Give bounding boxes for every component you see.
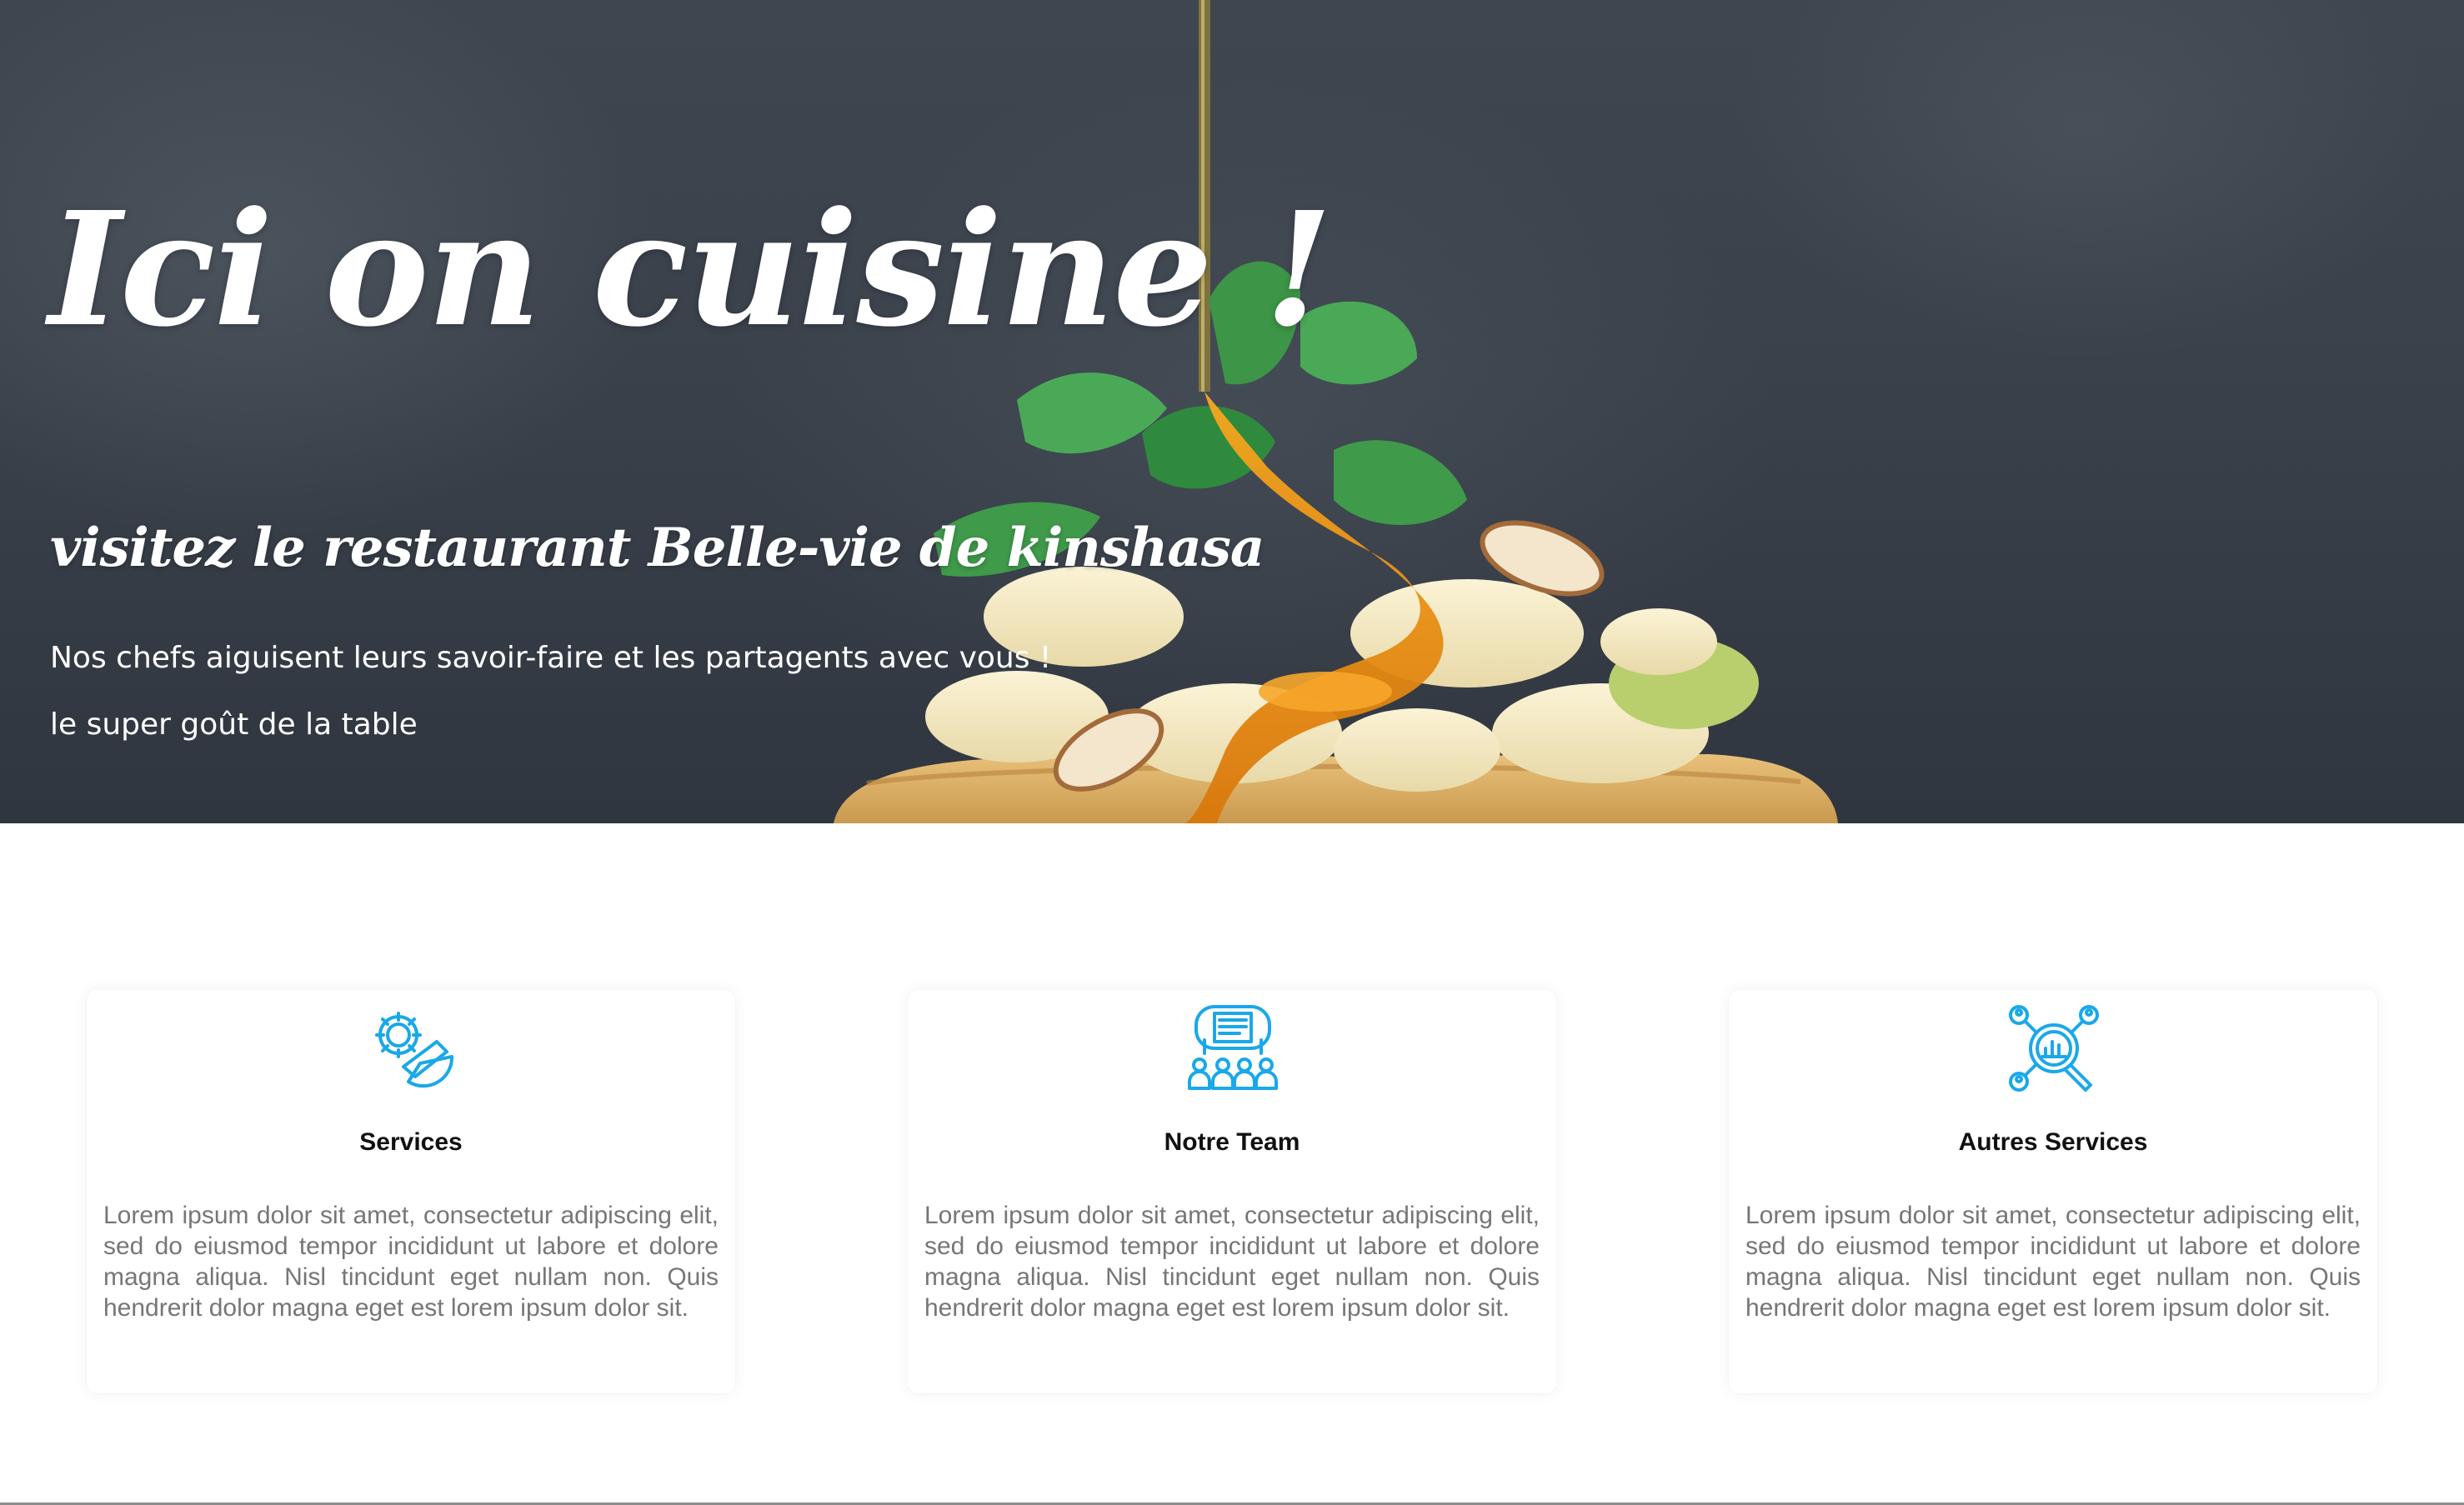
feature-card-text: Lorem ipsum dolor sit amet, consectetur … xyxy=(924,1202,1540,1322)
hero-subtitle: visitez le restaurant Belle-vie de kinsh… xyxy=(50,517,1265,579)
feature-card-text: Lorem ipsum dolor sit amet, consectetur … xyxy=(1745,1202,2361,1322)
team-presentation-icon xyxy=(1188,1005,1278,1090)
gear-wrench-icon xyxy=(375,1012,454,1088)
hero-text-line-2: le super goût de la table xyxy=(50,708,418,742)
feature-card-title: Autres Services xyxy=(1958,1128,2148,1156)
feature-card-other-services: Autres Services Lorem ipsum dolor sit am… xyxy=(1729,990,2377,1393)
analytics-search-users-icon xyxy=(2009,1005,2099,1092)
hero-title: Ici on cuisine ! xyxy=(48,178,1333,362)
feature-card-title: Notre Team xyxy=(1164,1128,1300,1156)
feature-card-team: Notre Team Lorem ipsum dolor sit amet, c… xyxy=(908,990,1556,1393)
hero-text-line-1: Nos chefs aiguisent leurs savoir-faire e… xyxy=(50,641,1052,675)
hero-food-image xyxy=(834,0,1838,823)
feature-card-title: Services xyxy=(359,1128,463,1156)
feature-card-text: Lorem ipsum dolor sit amet, consectetur … xyxy=(103,1202,719,1322)
feature-card-services: Services Lorem ipsum dolor sit amet, con… xyxy=(87,990,735,1393)
hero-banner: Ici on cuisine ! visitez le restaurant B… xyxy=(0,0,2464,823)
